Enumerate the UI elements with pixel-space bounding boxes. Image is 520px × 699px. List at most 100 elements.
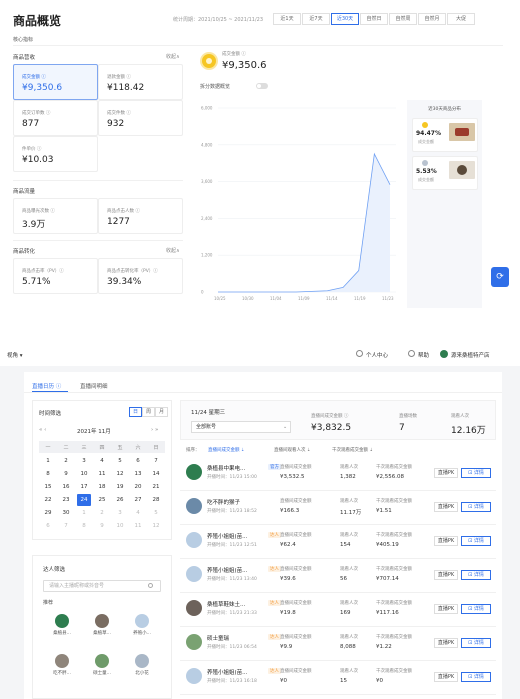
table-row[interactable]: 养殖小姐姐(苗... 达人 开播时间：11/23 13:40 直播间成交金额 ¥39.6… — [180, 559, 496, 593]
calendar-day[interactable]: 21 — [149, 481, 163, 493]
pk-button[interactable]: 直播PK — [434, 570, 458, 580]
calendar-day[interactable]: 17 — [77, 481, 91, 493]
calendar-day[interactable]: 1 — [77, 507, 91, 519]
split-toggle[interactable] — [256, 83, 268, 89]
calendar-day[interactable]: 10 — [113, 520, 127, 532]
detail-button[interactable]: ⊡ 详情 — [461, 570, 491, 580]
calendar-day[interactable]: 7 — [149, 455, 163, 467]
calendar-day[interactable]: 5 — [149, 507, 163, 519]
period-button[interactable]: 大促 — [447, 13, 475, 25]
detail-button[interactable]: ⊡ 详情 — [461, 604, 491, 614]
calendar-day[interactable]: 9 — [95, 520, 109, 532]
calendar-day[interactable]: 8 — [77, 520, 91, 532]
table-row[interactable]: 养殖小姐姐(苗... 达人 开播时间：11/23 16:18 直播间成交金额 ¥0 观看人… — [180, 661, 496, 695]
avatar[interactable] — [135, 654, 149, 668]
calendar-prev[interactable]: « ‹ — [39, 427, 46, 433]
calendar-day[interactable]: 11 — [95, 468, 109, 480]
calendar-day[interactable]: 22 — [41, 494, 55, 506]
avatar[interactable] — [95, 614, 109, 628]
period-button[interactable]: 自然月 — [418, 13, 446, 25]
calendar-day[interactable]: 26 — [113, 494, 127, 506]
detail-button[interactable]: ⊡ 详情 — [461, 468, 491, 478]
calendar-day[interactable]: 2 — [59, 455, 73, 467]
tab-live-room-detail[interactable]: 直播间明细 — [80, 382, 108, 390]
pk-button[interactable]: 直播PK — [434, 604, 458, 614]
table-row[interactable]: 养殖小姐姐(苗... 达人 开播时间：11/23 12:51 直播间成交金额 ¥62.4… — [180, 525, 496, 559]
detail-button[interactable]: ⊡ 详情 — [461, 638, 491, 648]
calendar-day[interactable]: 6 — [131, 455, 145, 467]
calendar-day[interactable]: 19 — [113, 481, 127, 493]
tab-live-calendar[interactable]: 直播日历 ⓘ — [32, 382, 61, 390]
metric-card-gmv[interactable]: 成交金额 ⓘ ¥9,350.6 — [13, 64, 98, 100]
calendar-next[interactable]: › » — [151, 427, 158, 433]
fold-toggle[interactable]: 收起∧ — [166, 53, 180, 60]
detail-button[interactable]: ⊡ 详情 — [461, 536, 491, 546]
calendar-day[interactable]: 12 — [113, 468, 127, 480]
calendar-day[interactable]: 16 — [59, 481, 73, 493]
avatar[interactable] — [95, 654, 109, 668]
calendar-day-selected[interactable]: 24 — [77, 494, 91, 506]
table-row[interactable]: 硕士童瑞 达人 开播时间：11/23 06:54 直播间成交金额 ¥9.9 观看人次 8,0… — [180, 627, 496, 661]
calendar-day[interactable]: 10 — [77, 468, 91, 480]
pk-button[interactable]: 直播PK — [434, 536, 458, 546]
talent-search-input[interactable]: 请输入主播昵称或抖音号 — [43, 580, 161, 592]
pk-button[interactable]: 直播PK — [434, 638, 458, 648]
calendar-day[interactable]: 1 — [41, 455, 55, 467]
period-button[interactable]: 近7天 — [302, 13, 330, 25]
account-select[interactable]: 全部账号 — [191, 421, 291, 433]
calendar-day[interactable]: 11 — [131, 520, 145, 532]
calendar-day[interactable]: 2 — [95, 507, 109, 519]
calendar-day[interactable]: 6 — [41, 520, 55, 532]
pk-button[interactable]: 直播PK — [434, 468, 458, 478]
avatar[interactable] — [135, 614, 149, 628]
calendar-day[interactable]: 8 — [41, 468, 55, 480]
sort-by-views[interactable]: 直播间观看人次 ⇣ — [274, 447, 311, 453]
metric-card-exposure[interactable]: 商品曝光次数 ⓘ 3.9万 — [13, 198, 98, 234]
period-button[interactable]: 近1天 — [273, 13, 301, 25]
calendar-day[interactable]: 4 — [131, 507, 145, 519]
sort-by-gmv[interactable]: 直播间成交金额 ⇣ — [208, 447, 245, 453]
mode-week-button[interactable]: 周 — [142, 407, 155, 417]
calendar-day[interactable]: 13 — [131, 468, 145, 480]
calendar-day[interactable]: 15 — [41, 481, 55, 493]
view-dropdown[interactable]: 视角 ▾ — [7, 351, 23, 359]
calendar-day[interactable]: 9 — [59, 468, 73, 480]
fold-toggle[interactable]: 收起∧ — [166, 247, 180, 254]
calendar-day[interactable]: 28 — [149, 494, 163, 506]
calendar-day[interactable]: 7 — [59, 520, 73, 532]
refresh-icon[interactable]: ⟳ — [491, 267, 509, 287]
calendar-day[interactable]: 29 — [41, 507, 55, 519]
detail-button[interactable]: ⊡ 详情 — [461, 502, 491, 512]
detail-button[interactable]: ⊡ 详情 — [461, 672, 491, 682]
metric-card-clicks[interactable]: 商品点击人数 ⓘ 1277 — [98, 198, 183, 234]
shop-name[interactable]: 源来桑植特产店 — [451, 351, 490, 359]
calendar-day[interactable]: 18 — [95, 481, 109, 493]
period-button[interactable]: 近30天 — [331, 13, 359, 25]
avatar[interactable] — [55, 654, 69, 668]
pk-button[interactable]: 直播PK — [434, 672, 458, 682]
product-card[interactable]: 5.53% 成交金额 — [412, 156, 478, 190]
calendar-day[interactable]: 3 — [77, 455, 91, 467]
metric-card-orders[interactable]: 成交订单数 ⓘ 877 — [13, 100, 98, 136]
table-row[interactable]: 桑植县中果电... 官方 开播时间：11/23 15:00 直播间成交金额 ¥3,532… — [180, 457, 496, 491]
period-button[interactable]: 自然日 — [360, 13, 388, 25]
product-card[interactable]: 94.47% 成交金额 — [412, 118, 478, 152]
calendar-day[interactable]: 25 — [95, 494, 109, 506]
metric-card-items[interactable]: 成交件数 ⓘ 932 — [98, 100, 183, 136]
help-link[interactable]: 帮助 — [418, 351, 429, 359]
calendar-day[interactable]: 5 — [113, 455, 127, 467]
calendar-day[interactable]: 30 — [59, 507, 73, 519]
table-row[interactable]: 吃不胖的猴子 开播时间：11/23 18:52 直播间成交金额 ¥166.3 观看人次 1… — [180, 491, 496, 525]
table-row[interactable]: 桑植草鞋妹土... 达人 开播时间：11/23 21:33 直播间成交金额 ¥19.8 观… — [180, 593, 496, 627]
calendar-day[interactable]: 3 — [113, 507, 127, 519]
metric-card-ctr[interactable]: 商品点击率（PV）ⓘ 5.71% — [13, 258, 98, 294]
personal-center-link[interactable]: 个人中心 — [366, 351, 388, 359]
calendar-day[interactable]: 23 — [59, 494, 73, 506]
avatar[interactable] — [55, 614, 69, 628]
metric-card-refund[interactable]: 退款金额 ⓘ ¥118.42 — [98, 64, 183, 100]
calendar-day[interactable]: 27 — [131, 494, 145, 506]
calendar-day[interactable]: 4 — [95, 455, 109, 467]
period-button[interactable]: 自然周 — [389, 13, 417, 25]
calendar-day[interactable]: 20 — [131, 481, 145, 493]
metric-card-cvr[interactable]: 商品点击转化率（PV）ⓘ 39.34% — [98, 258, 183, 294]
